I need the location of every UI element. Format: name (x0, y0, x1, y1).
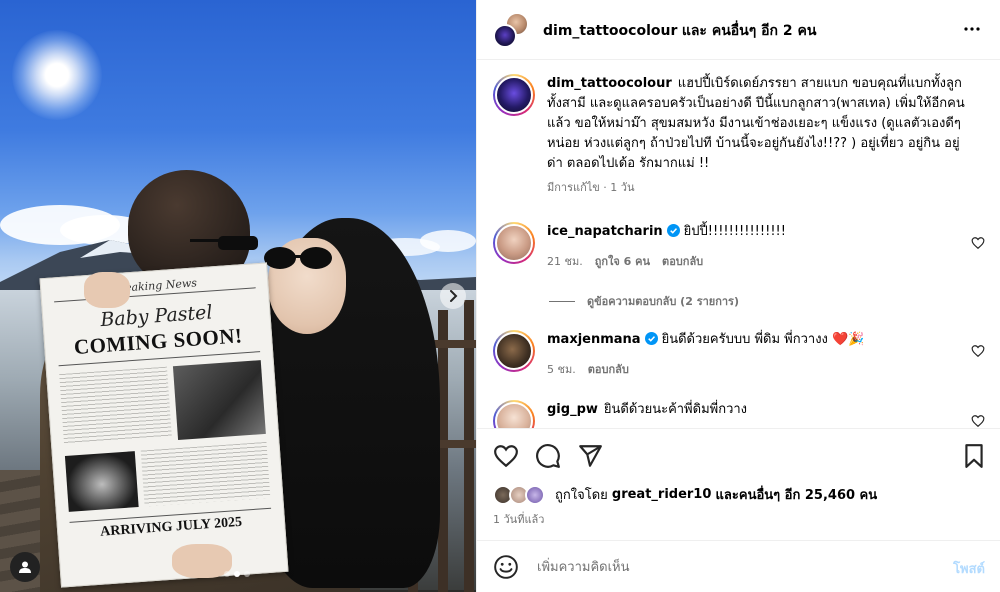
comment-input[interactable] (537, 555, 917, 579)
view-replies-label: ดูข้อความตอบกลับ (2 รายการ) (587, 295, 739, 308)
caption: dim_tattoocolour แฮปปี้เบิร์ดเดย์ภรรยา สา… (493, 74, 985, 204)
caption-edited: มีการแก้ไข · 1 วัน (547, 181, 635, 194)
avatar (493, 24, 517, 48)
comment-body: maxjenmana ยินดีด้วยครับบบ พี่ดิม พี่กวาง… (547, 330, 967, 380)
post-timestamp[interactable]: 1 วันที่แล้ว (493, 510, 544, 528)
hand (172, 544, 232, 578)
user-icon (19, 561, 31, 573)
newspaper-text-column (140, 441, 271, 507)
newspaper-text-column (59, 366, 172, 445)
verified-badge-icon (644, 332, 658, 345)
ultrasound-image (64, 451, 139, 512)
tagged-users-button[interactable] (10, 552, 40, 582)
avatar[interactable] (493, 330, 535, 372)
like-comment-heart-icon[interactable] (971, 344, 985, 358)
comment: ice_napatcharin ยิปปี้!!!!!!!!!!!!!!! 21 … (493, 222, 985, 282)
post-authors: dim_tattoocolour และ คนอื่นๆ อีก 2 คน (543, 20, 816, 42)
more-options-button[interactable] (962, 19, 982, 39)
post-side-panel: dim_tattoocolour และ คนอื่นๆ อีก 2 คน di… (476, 0, 1000, 592)
carousel-indicator (224, 571, 250, 577)
action-bar (477, 428, 1000, 482)
liker-avatars (493, 484, 549, 505)
comment-text: ยินดีด้วยนะค้าพี่ดิมพี่กวาง (603, 402, 748, 417)
comment-likes[interactable]: ถูกใจ 6 คน (595, 252, 650, 272)
view-replies-button[interactable]: ดูข้อความตอบกลับ (2 รายการ) (549, 292, 739, 310)
comment-text: ยิปปี้!!!!!!!!!!!!!!! (683, 224, 786, 239)
comment-username[interactable]: maxjenmana (547, 332, 641, 347)
avatar[interactable] (493, 74, 535, 116)
post-header: dim_tattoocolour และ คนอื่นๆ อีก 2 คน (477, 0, 1000, 60)
carousel-dot-active (234, 571, 240, 577)
comment-body: ice_napatcharin ยิปปี้!!!!!!!!!!!!!!! 21 … (547, 222, 967, 272)
emoji-icon[interactable] (493, 554, 519, 580)
likes-user[interactable]: great_rider10 (612, 487, 712, 502)
like-comment-heart-icon[interactable] (971, 414, 985, 428)
hand (84, 272, 130, 308)
comment-time: 21 ชม. (547, 255, 583, 268)
comment-composer: โพสต์ (477, 540, 1000, 592)
verified-badge-icon (666, 224, 680, 237)
likes-others[interactable]: และคนอื่นๆ อีก 25,460 คน (716, 484, 878, 505)
newspaper-footer: ARRIVING JULY 2025 (69, 507, 273, 543)
comment-bubble-icon[interactable] (535, 443, 561, 469)
save-bookmark-icon[interactable] (961, 443, 987, 469)
comment-text: ยินดีด้วยครับบบ พี่ดิม พี่กวางง ❤️🎉 (661, 332, 865, 347)
reply-button[interactable]: ตอบกลับ (588, 360, 629, 380)
chevron-right-icon (450, 290, 458, 302)
avatar[interactable] (493, 400, 535, 428)
comments-list[interactable]: dim_tattoocolour แฮปปี้เบิร์ดเดย์ภรรยา สา… (477, 60, 1000, 428)
comment: maxjenmana ยินดีด้วยครับบบ พี่ดิม พี่กวาง… (493, 330, 985, 390)
like-heart-icon[interactable] (493, 443, 519, 469)
caption-username[interactable]: dim_tattoocolour (547, 76, 672, 91)
newspaper-photo (172, 360, 266, 441)
likes-summary: ถูกใจโดย great_rider10 และคนอื่นๆ อีก 25… (493, 484, 877, 505)
comment-username[interactable]: gig_pw (547, 402, 598, 417)
comment-time: 5 ชม. (547, 363, 576, 376)
sunglasses (264, 247, 332, 269)
share-send-icon[interactable] (577, 443, 603, 469)
caption-body: dim_tattoocolour แฮปปี้เบิร์ดเดย์ภรรยา สา… (547, 74, 967, 198)
post-comment-button[interactable]: โพสต์ (953, 558, 985, 579)
post-photo[interactable]: Breaking News Baby Pastel COMING SOON! A… (0, 0, 476, 592)
carousel-dot (244, 571, 250, 577)
carousel-next-button[interactable] (440, 283, 466, 309)
reply-button[interactable]: ตอบกลับ (662, 252, 703, 272)
like-comment-heart-icon[interactable] (971, 236, 985, 250)
carousel-dot (224, 571, 230, 577)
sun-glare (12, 30, 102, 120)
collab-avatars[interactable] (493, 12, 529, 48)
author-username[interactable]: dim_tattoocolour (543, 23, 677, 39)
comment-body: gig_pw ยินดีด้วยนะค้าพี่ดิมพี่กวาง (547, 400, 967, 420)
newspaper-sign: Breaking News Baby Pastel COMING SOON! A… (39, 262, 289, 588)
avatar[interactable] (493, 222, 535, 264)
author-others[interactable]: และ คนอื่นๆ อีก 2 คน (682, 23, 817, 39)
comment: gig_pw ยินดีด้วยนะค้าพี่ดิมพี่กวาง (493, 400, 985, 428)
comment-username[interactable]: ice_napatcharin (547, 224, 663, 239)
more-horizontal-icon (964, 27, 980, 31)
sunglasses (190, 236, 258, 250)
likes-prefix: ถูกใจโดย (555, 488, 608, 503)
avatar (525, 484, 545, 505)
